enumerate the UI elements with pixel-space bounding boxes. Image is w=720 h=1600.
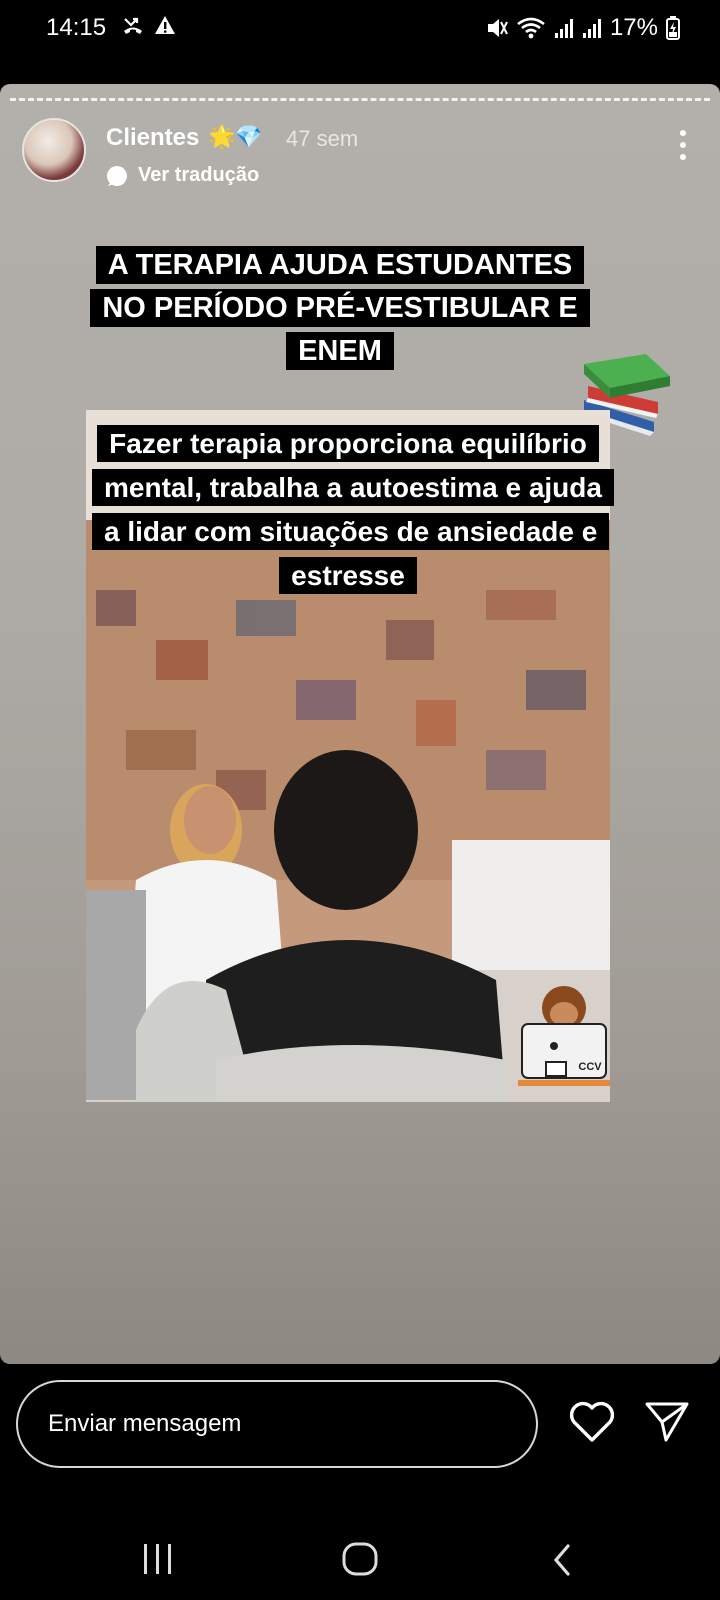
avatar[interactable] [22,118,86,182]
photo-caption-text: Fazer terapia proporciona equilíbrio men… [92,425,614,594]
story-card[interactable]: Clientes 🌟💎 47 sem Ver tradução A TERAPI… [0,84,720,1364]
translate-button[interactable]: Ver tradução [106,164,259,187]
battery-percent: 17% [609,14,658,41]
translate-label: Ver tradução [138,164,260,186]
signal-icon [582,19,601,38]
story-progress-bar [10,98,710,101]
navigation-bar [0,1530,720,1600]
signal-icon [554,19,573,38]
recent-apps-icon[interactable] [140,1542,176,1576]
message-field[interactable] [16,1380,538,1468]
status-time: 14:15 [46,14,107,41]
status-right-icons: 17% [486,14,680,42]
message-input[interactable] [46,1409,490,1439]
story-time-ago: 47 sem [286,126,359,151]
story-username[interactable]: Clientes [106,124,199,152]
story-heading-text: A TERAPIA AJUDA ESTUDANTES NO PERÍODO PR… [90,246,590,370]
more-options-icon[interactable] [680,130,686,160]
story-heading: A TERAPIA AJUDA ESTUDANTES NO PERÍODO PR… [80,244,600,373]
wifi-icon [517,17,545,39]
back-icon[interactable] [548,1542,576,1578]
status-left-icons [122,14,176,36]
send-icon[interactable] [644,1400,690,1444]
mute-icon [487,19,508,37]
photo-caption: Fazer terapia proporciona equilíbrio men… [92,422,614,598]
missed-call-icon [124,17,142,34]
username-emojis: 🌟💎 [208,124,263,149]
home-icon[interactable] [340,1542,380,1578]
translate-icon [107,165,127,186]
battery-charging-icon [666,16,680,40]
heart-icon[interactable] [568,1400,616,1444]
ccv-logo: CCV [518,986,610,1086]
ccv-logo-text: CCV [578,1061,602,1073]
status-bar: 14:15 17% [0,0,720,60]
warning-icon [155,16,175,34]
